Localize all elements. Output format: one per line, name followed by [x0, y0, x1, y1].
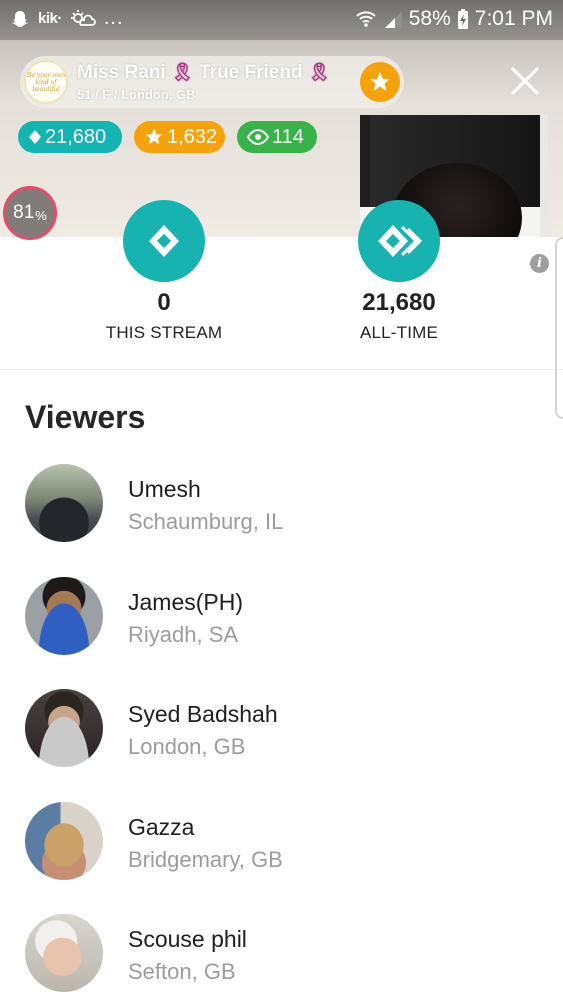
- this-stream-value: 0: [157, 289, 171, 316]
- diamond-icon: [149, 225, 179, 257]
- all-time-diamonds-button[interactable]: [358, 200, 440, 282]
- broadcaster-profile[interactable]: Be your own kind of beautiful Miss Rani …: [20, 56, 404, 108]
- viewer-location: Riyadh, SA: [128, 621, 239, 647]
- broadcaster-details: 51 / F / London, GB: [77, 87, 196, 102]
- earnings-stats: 0 THIS STREAM 21,680 ALL-TIME i: [0, 200, 563, 370]
- snapchat-icon: [10, 9, 30, 29]
- star-icon: [144, 127, 164, 147]
- avatar[interactable]: [25, 576, 103, 655]
- ribbon-icon: 🎗︎: [170, 62, 194, 82]
- viewer-location: Bridgemary, GB: [128, 846, 283, 872]
- close-button[interactable]: [508, 64, 542, 98]
- viewer-name: James(PH): [128, 588, 244, 615]
- viewers-heading: Viewers: [25, 399, 146, 435]
- clock: 7:01 PM: [474, 7, 553, 30]
- viewer-item[interactable]: James(PH) Riyadh, SA: [0, 575, 563, 688]
- this-stream-diamond-button[interactable]: [123, 200, 205, 282]
- status-bar: kik· ... 58% 7:01 PM: [0, 0, 563, 40]
- viewer-item[interactable]: Syed Badshah London, GB: [0, 687, 563, 800]
- viewer-location: Schaumburg, IL: [128, 509, 284, 534]
- battery-percent: 58%: [408, 7, 451, 30]
- avatar[interactable]: [25, 914, 103, 992]
- viewer-location: Sefton, GB: [128, 959, 236, 984]
- avatar[interactable]: [25, 464, 103, 542]
- ribbon-icon: 🎗︎: [307, 62, 331, 82]
- signal-icon: [383, 9, 403, 29]
- this-stream-label: THIS STREAM: [105, 323, 223, 342]
- viewer-name: Umesh: [128, 476, 201, 502]
- favorite-button[interactable]: [360, 62, 400, 102]
- all-time-label: ALL-TIME: [359, 323, 439, 342]
- viewer-item[interactable]: Scouse phil Sefton, GB: [0, 912, 563, 1000]
- more-notifications-icon: ...: [103, 7, 124, 29]
- viewer-name: Scouse phil: [128, 926, 247, 952]
- viewer-item[interactable]: Umesh Schaumburg, IL: [0, 462, 563, 575]
- broadcaster-name: Miss Rani: [77, 62, 166, 83]
- all-time-value: 21,680: [362, 289, 436, 316]
- viewer-location: London, GB: [128, 734, 246, 759]
- diamonds-badge: 21,680: [18, 121, 122, 153]
- avatar[interactable]: [25, 689, 103, 767]
- kik-icon: kik·: [38, 10, 62, 27]
- viewer-name: Syed Badshah: [128, 701, 278, 727]
- info-icon[interactable]: i: [530, 254, 549, 273]
- level-progress-circle[interactable]: 81%: [3, 186, 57, 240]
- viewer-list: Umesh Schaumburg, IL James(PH) Riyadh, S…: [0, 462, 563, 1000]
- battery-charging-icon: [457, 8, 469, 30]
- close-icon: [511, 67, 539, 95]
- viewers-badge: 114: [237, 121, 317, 153]
- diamond-icon: [28, 129, 42, 145]
- stream-stats-badges: 21,680 1,632 114: [18, 121, 317, 153]
- viewer-name: Gazza: [128, 813, 195, 840]
- viewer-item[interactable]: Gazza Bridgemary, GB: [0, 800, 563, 913]
- avatar[interactable]: [25, 801, 103, 880]
- wifi-icon: [355, 9, 377, 29]
- broadcaster-tag: True Friend: [199, 62, 303, 83]
- star-icon: [370, 72, 390, 91]
- weather-icon: [70, 9, 96, 29]
- stacked-diamonds-icon: [378, 225, 423, 257]
- broadcaster-avatar[interactable]: Be your own kind of beautiful: [24, 60, 68, 104]
- stars-badge: 1,632: [134, 121, 225, 153]
- broadcaster-name-row: Miss Rani 🎗︎ True Friend 🎗︎: [77, 62, 331, 84]
- eye-icon: [247, 129, 269, 145]
- drawer-handle[interactable]: [555, 237, 563, 419]
